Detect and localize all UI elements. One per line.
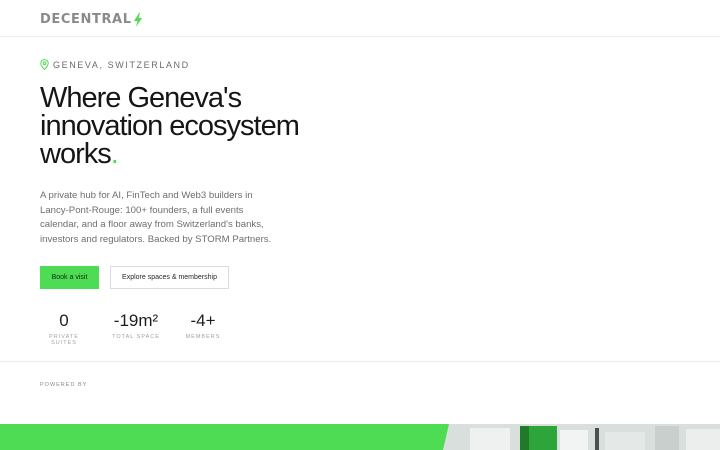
lightning-bolt-icon xyxy=(133,12,142,27)
book-visit-button[interactable]: Book a visit xyxy=(40,266,99,289)
headline-line-3: works xyxy=(40,138,112,170)
hero-image-band xyxy=(0,424,720,450)
location-tag: GENEVA, SWITZERLAND xyxy=(40,59,190,70)
logo-text: DECENTRAL xyxy=(40,12,132,27)
stat-value: -4+ xyxy=(190,311,216,330)
stat-private-suites: 0 PRIVATE SUITES xyxy=(40,311,88,347)
site-header: DECENTRAL xyxy=(0,0,720,37)
stat-value: -19m² xyxy=(113,311,159,330)
headline-accent-dot: . xyxy=(110,138,119,170)
stat-total-space: -19m² TOTAL SPACE xyxy=(110,311,162,341)
stat-label: TOTAL SPACE xyxy=(112,334,160,340)
hero-description: A private hub for AI, FinTech and Web3 b… xyxy=(40,190,272,245)
location-text: GENEVA, SWITZERLAND xyxy=(53,59,190,70)
powered-by-label: POWERED BY xyxy=(40,382,88,388)
stat-members: -4+ MEMBERS xyxy=(183,311,223,341)
stat-value: 0 xyxy=(59,311,69,330)
stat-label: PRIVATE SUITES xyxy=(49,334,79,346)
stat-label: MEMBERS xyxy=(185,334,221,340)
explore-spaces-button[interactable]: Explore spaces & membership xyxy=(110,266,229,289)
office-photo-image xyxy=(0,424,720,450)
brand-logo[interactable]: DECENTRAL xyxy=(40,12,143,27)
map-pin-icon xyxy=(40,59,49,70)
section-divider xyxy=(0,361,720,362)
hero-headline: Where Geneva's innovation ecosystem work… xyxy=(40,84,300,170)
